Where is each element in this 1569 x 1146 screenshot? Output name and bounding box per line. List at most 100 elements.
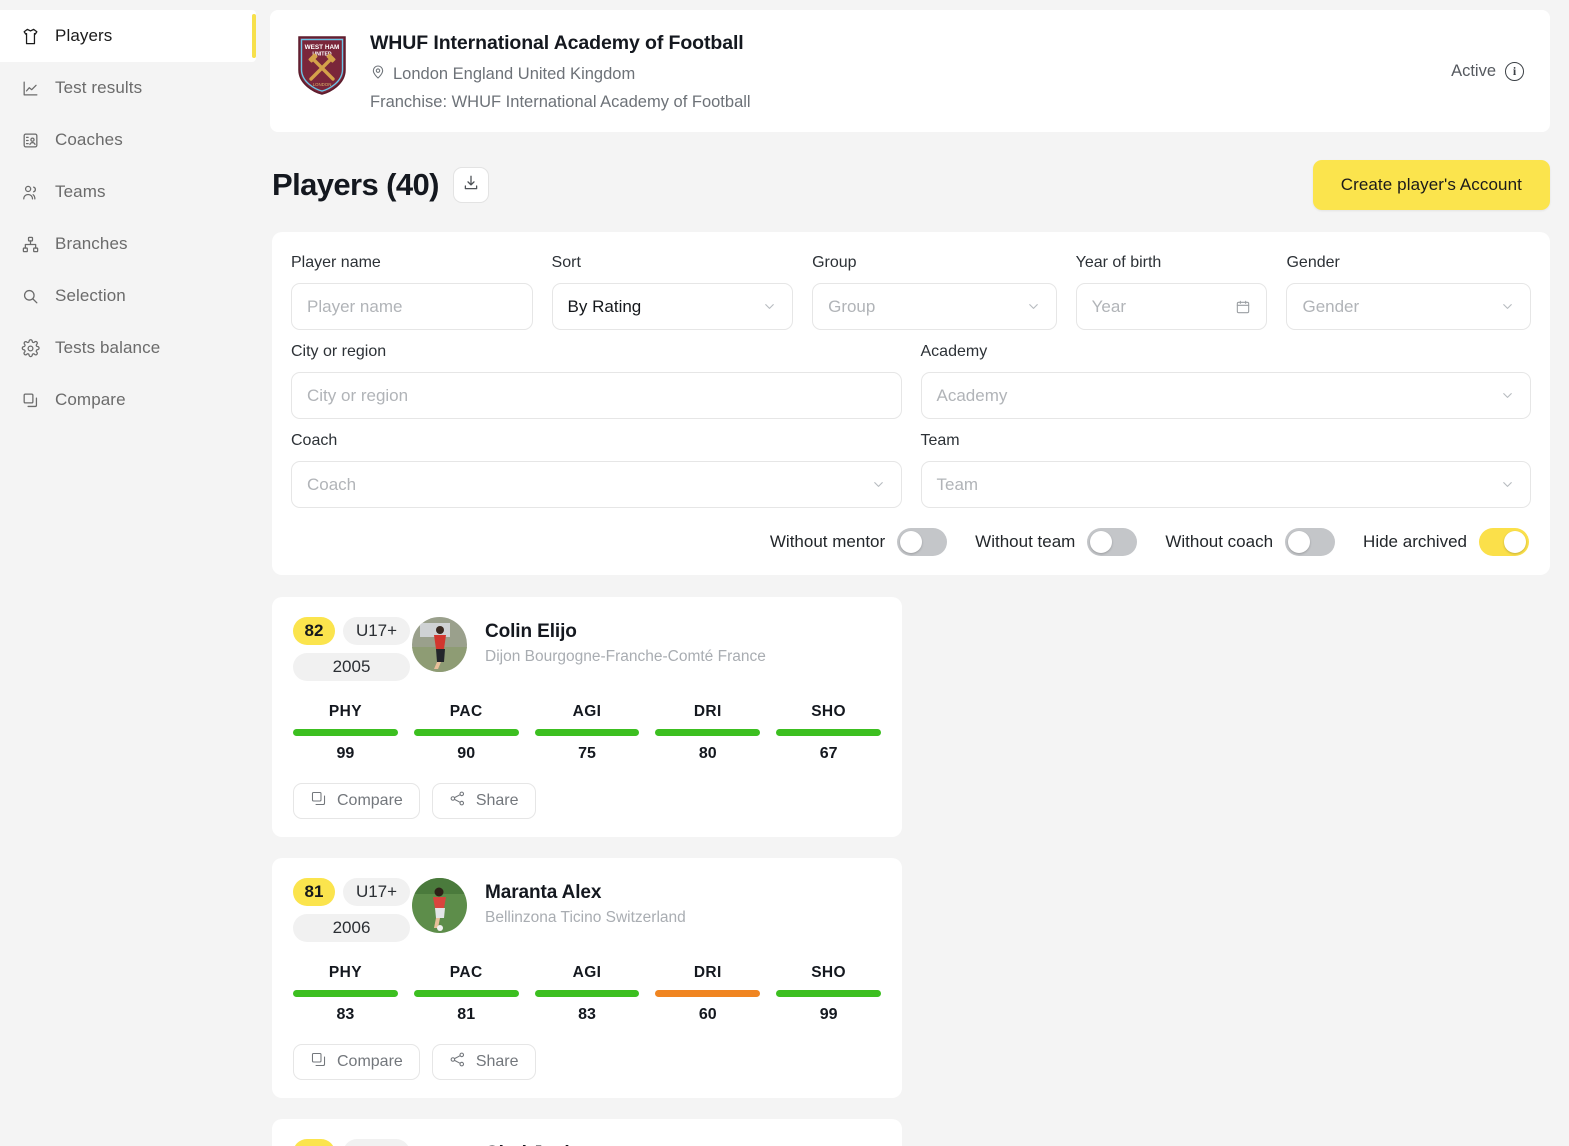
filter-group: Group Group [812,254,1057,330]
player-card[interactable]: 81 U17+ 2006 Maranta Alex Bellinzona Tic… [272,858,902,1098]
sidebar-item-label: Selection [55,286,126,305]
player-stat: AGI 83 [534,964,640,1024]
sidebar-item-test-results[interactable]: Test results [0,62,256,114]
stat-value: 83 [578,1006,596,1023]
toggle-hide-archived[interactable] [1479,528,1529,556]
filter-city-or-region: City or region City or region [291,343,902,419]
player-card-list: 82 U17+ 2005 Colin Elijo Dijon Bourgogne… [272,597,1550,1146]
sidebar-item-selection[interactable]: Selection [0,270,256,322]
player-stats: PHY 83 PAC 81 AGI 83 DRI 60 SHO 99 [293,964,881,1024]
avatar [412,1139,467,1146]
player-card-header: 59 U15 2009 Choi Joshua Lyon Auvergne-Rh… [293,1139,881,1146]
create-player-account-button[interactable]: Create player's Account [1312,160,1550,210]
chevron-down-icon [871,477,886,492]
chevron-down-icon [1500,388,1515,403]
filter-label: Academy [920,343,988,360]
city-or-region-input[interactable]: City or region [291,372,902,419]
player-card-actions: Compare Share [293,783,881,819]
filters-panel: Player name Player name Sort By Rating G… [272,232,1550,575]
stat-bar [293,729,398,736]
sidebar-item-compare[interactable]: Compare [0,374,256,426]
stat-value: 60 [698,1006,717,1023]
sort-select[interactable]: By Rating [551,283,794,330]
stat-key: PHY [328,964,362,981]
download-button[interactable] [452,167,489,203]
team-select[interactable]: Team [920,461,1531,508]
compare-button[interactable]: Compare [293,1044,420,1080]
year-of-birth-input[interactable]: Year [1075,283,1268,330]
player-card-header: 81 U17+ 2006 Maranta Alex Bellinzona Tic… [293,878,881,942]
organization-header: WEST HAM UNITED LONDON WHUF Internationa… [270,10,1550,132]
sidebar-item-tests-balance[interactable]: Tests balance [0,322,256,374]
stat-value: 90 [457,745,476,762]
toggle-label-hide-archived: Hide archived [1363,532,1467,551]
compare-button[interactable]: Compare [293,783,420,819]
sidebar-item-coaches[interactable]: Coaches [0,114,256,166]
filter-label: Coach [291,432,338,449]
player-year-badge: 2005 [293,653,410,681]
stat-key: DRI [693,964,722,981]
stat-key: PAC [449,703,483,720]
organization-franchise: Franchise: WHUF International Academy of… [370,93,751,111]
organization-details: WHUF International Academy of Football L… [370,32,1451,112]
stat-key: AGI [572,703,602,720]
player-year-badge: 2006 [293,914,410,942]
player-name-input[interactable]: Player name [291,283,533,330]
share-button[interactable]: Share [431,783,536,819]
page-header: Players (40) Create player's Account [272,160,1550,210]
select-placeholder: Coach [307,474,357,494]
input-placeholder: Player name [307,296,403,316]
select-placeholder: Group [828,296,876,316]
sidebar-item-players[interactable]: Players [0,10,256,62]
page-title: Players (40) [272,167,439,202]
player-identity: Colin Elijo Dijon Bourgogne-Franche-Comt… [485,617,766,666]
player-card[interactable]: 82 U17+ 2005 Colin Elijo Dijon Bourgogne… [272,597,902,837]
avatar [412,878,467,933]
toggle-without-coach[interactable] [1285,528,1336,556]
player-rating-badge: 81 [293,878,335,906]
player-badges: 81 U17+ 2006 [293,878,410,942]
player-card[interactable]: 59 U15 2009 Choi Joshua Lyon Auvergne-Rh… [272,1119,902,1146]
sidebar-item-teams[interactable]: Teams [0,166,256,218]
sidebar-item-branches[interactable]: Branches [0,218,256,270]
share-button[interactable]: Share [431,1044,536,1080]
filter-sort: Sort By Rating [551,254,794,330]
avatar [412,617,467,672]
player-location: Dijon Bourgogne-Franche-Comté France [485,648,766,665]
location-pin-icon [370,64,386,85]
toggle-without-mentor[interactable] [897,528,948,556]
stat-bar [413,990,519,997]
filter-label: Group [812,254,857,271]
filter-player-name: Player name Player name [291,254,533,330]
filter-label: Team [920,432,960,449]
toggle-without-team[interactable] [1087,528,1138,556]
coach-select[interactable]: Coach [291,461,902,508]
chevron-down-icon [1500,299,1515,314]
share-icon [449,790,466,812]
player-stat: DRI 60 [655,964,761,1024]
select-value: By Rating [567,296,642,316]
academy-select[interactable]: Academy [920,372,1531,419]
stat-key: SHO [811,703,846,720]
filter-label: Player name [291,254,381,271]
sidebar-item-label: Branches [55,234,128,253]
player-stat: PAC 81 [413,964,519,1024]
filter-label: Gender [1286,254,1340,271]
calendar-icon [1235,299,1251,315]
badge-row: 59 U15 [293,1139,410,1146]
filter-label: City or region [291,343,387,360]
id-card-icon [20,130,41,151]
player-rating-badge: 59 [293,1139,335,1146]
gender-select[interactable]: Gender [1286,283,1531,330]
stat-key: SHO [811,964,846,981]
toggle-label-without-coach: Without coach [1165,532,1274,551]
organization-location: London England United Kingdom [370,64,1451,85]
group-select[interactable]: Group [812,283,1057,330]
badge-row: 81 U17+ [293,878,410,906]
info-icon[interactable]: i [1505,62,1524,81]
chevron-down-icon [1500,477,1515,492]
sidebar-item-label: Coaches [55,130,123,149]
player-name: Maranta Alex [485,882,602,903]
sidebar-item-label: Tests balance [55,338,161,357]
stat-bar [534,990,640,997]
